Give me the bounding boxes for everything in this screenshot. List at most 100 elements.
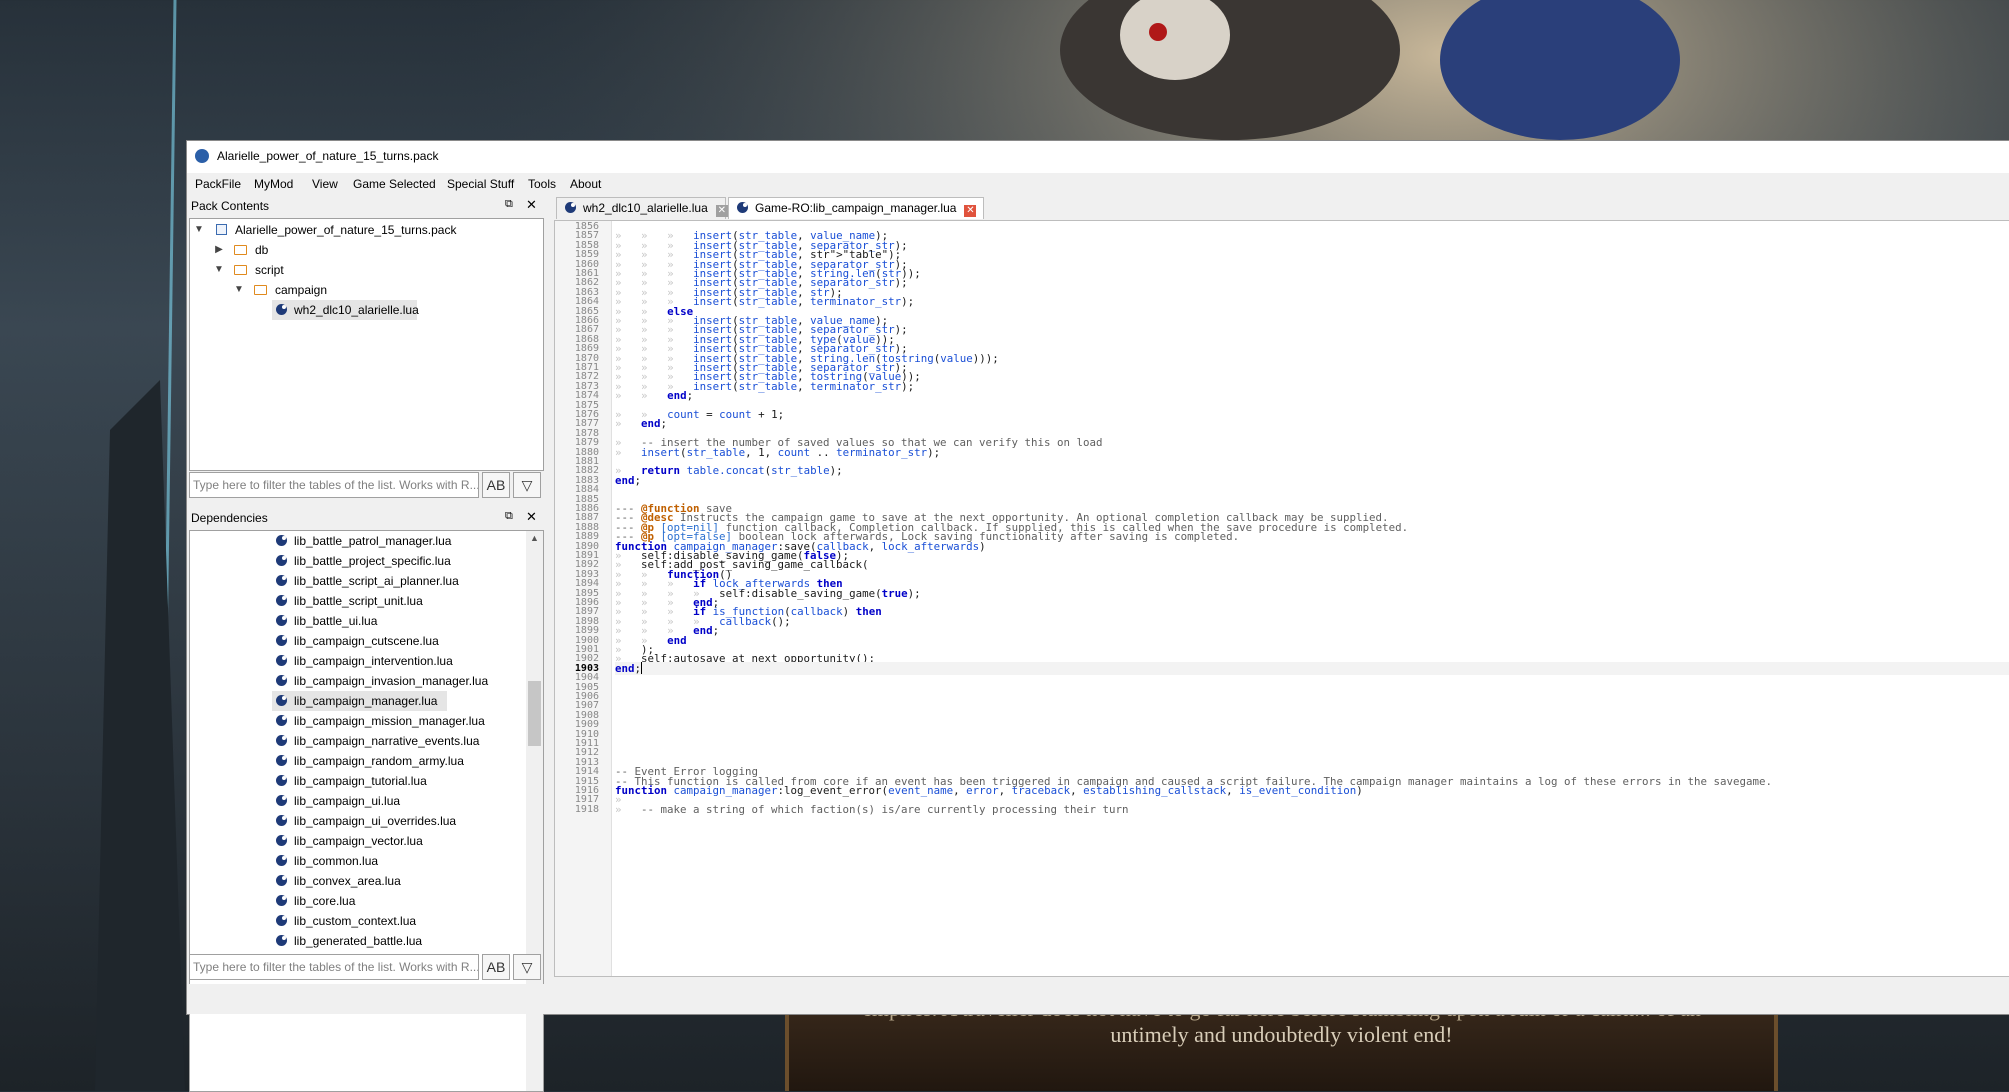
dependency-label: lib_campaign_random_army.lua: [294, 754, 464, 768]
chevron-right-icon[interactable]: ▶: [212, 240, 226, 260]
tree-item-wh2-dlc10-alarielle[interactable]: wh2_dlc10_alarielle.lua: [272, 300, 419, 320]
code-line[interactable]: » -- make a string of which faction(s) i…: [615, 803, 1129, 816]
filter-options-button[interactable]: ▽: [513, 472, 541, 498]
dependency-item[interactable]: lib_campaign_intervention.lua: [272, 651, 522, 671]
dependency-item[interactable]: lib_campaign_ui.lua: [272, 791, 522, 811]
pack-file-icon: [216, 224, 227, 235]
filter-options-button[interactable]: ▽: [513, 954, 541, 980]
tree-item-script[interactable]: ▼ script: [190, 260, 543, 280]
dependency-label: lib_battle_script_ai_planner.lua: [294, 574, 459, 588]
menu-packfile[interactable]: PackFile: [195, 177, 241, 191]
dependency-item[interactable]: lib_battle_script_ai_planner.lua: [272, 571, 522, 591]
scrollbar-thumb[interactable]: [528, 681, 541, 746]
lua-file-icon: [276, 755, 287, 766]
dependency-item[interactable]: lib_battle_project_specific.lua: [272, 551, 522, 571]
lua-file-icon: [276, 555, 287, 566]
case-sensitive-button[interactable]: AB: [482, 954, 510, 980]
tree-item-label: campaign: [275, 283, 328, 297]
dependency-label: lib_custom_context.lua: [294, 914, 417, 928]
dependency-item[interactable]: lib_campaign_cutscene.lua: [272, 631, 522, 651]
dependency-item[interactable]: lib_common.lua: [272, 851, 522, 871]
menu-special-stuff[interactable]: Special Stuff: [447, 177, 514, 191]
dependency-label: lib_campaign_narrative_events.lua: [294, 734, 480, 748]
lua-file-icon: [276, 735, 287, 746]
lua-file-icon: [276, 655, 287, 666]
float-panel-icon[interactable]: ⧉: [505, 198, 513, 211]
lua-file-icon: [276, 575, 287, 586]
dependencies-filter-input[interactable]: Type here to filter the tables of the li…: [189, 954, 479, 980]
dependency-item[interactable]: lib_campaign_invasion_manager.lua: [272, 671, 522, 691]
menu-mymod[interactable]: MyMod: [254, 177, 293, 191]
tree-item-db[interactable]: ▶ db: [190, 240, 543, 260]
lua-file-icon: [737, 202, 748, 213]
chevron-down-icon: ▽: [521, 959, 533, 975]
dependency-item[interactable]: lib_core.lua: [272, 891, 522, 911]
tab-lib-campaign-manager[interactable]: Game-RO:lib_campaign_manager.lua ✕: [728, 197, 984, 219]
menu-game-selected[interactable]: Game Selected: [353, 177, 436, 191]
dependency-item[interactable]: lib_battle_patrol_manager.lua: [272, 531, 522, 551]
code-line[interactable]: » return table.concat(str_table);: [615, 464, 843, 477]
close-panel-icon[interactable]: ✕: [526, 509, 537, 525]
scroll-up-icon[interactable]: ▲: [526, 533, 543, 543]
dependency-label: lib_convex_area.lua: [294, 874, 401, 888]
code-line[interactable]: end;: [615, 661, 2009, 675]
close-panel-icon[interactable]: ✕: [526, 197, 537, 213]
menu-view[interactable]: View: [312, 177, 338, 191]
folder-icon: [234, 265, 247, 275]
close-tab-icon[interactable]: ✕: [715, 205, 728, 217]
lua-file-icon: [276, 915, 287, 926]
dependency-item[interactable]: lib_battle_script_unit.lua: [272, 591, 522, 611]
dependency-label: lib_battle_ui.lua: [294, 614, 378, 628]
code-line[interactable]: function campaign_manager:log_event_erro…: [615, 784, 1363, 797]
menu-about[interactable]: About: [570, 177, 601, 191]
dependency-item[interactable]: lib_battle_ui.lua: [272, 611, 522, 631]
code-editor[interactable]: 1856 1857 1858 1859 1860 1861 1862 1863 1864 1865…: [554, 220, 2009, 977]
dependency-item[interactable]: lib_campaign_tutorial.lua: [272, 771, 522, 791]
dependency-item[interactable]: lib_campaign_ui_overrides.lua: [272, 811, 522, 831]
lua-file-icon: [276, 815, 287, 826]
dependency-label: lib_campaign_intervention.lua: [294, 654, 453, 668]
app-icon: [195, 149, 209, 163]
dependency-label: lib_generated_battle.lua: [294, 934, 423, 948]
tree-item-pack[interactable]: ▼ Alarielle_power_of_nature_15_turns.pac…: [190, 220, 543, 240]
dependency-label: lib_campaign_tutorial.lua: [294, 774, 427, 788]
dependency-label: lib_campaign_invasion_manager.lua: [294, 674, 489, 688]
background-caption-line2: untimely and undoubtedly violent end!: [1110, 1022, 1453, 1047]
tab-label: wh2_dlc10_alarielle.lua: [583, 201, 708, 215]
code-line[interactable]: » end;: [615, 417, 667, 430]
tree-item-campaign[interactable]: ▼ campaign: [190, 280, 543, 300]
title-bar: Alarielle_power_of_nature_15_turns.pack: [187, 141, 2009, 173]
float-panel-icon[interactable]: ⧉: [505, 510, 513, 523]
chevron-down-icon[interactable]: ▼: [212, 260, 226, 280]
code-line[interactable]: » insert(str_table, 1, count .. terminat…: [615, 446, 940, 459]
lua-file-icon: [276, 595, 287, 606]
lua-file-icon: [565, 202, 576, 213]
pack-contents-header: Pack Contents ⧉ ✕: [187, 197, 544, 215]
code-line[interactable]: end;: [615, 474, 641, 487]
code-area[interactable]: » » » insert(str_table, value_name);» » …: [615, 221, 2009, 976]
dependency-item[interactable]: lib_campaign_narrative_events.lua: [272, 731, 522, 751]
tab-wh2-dlc10-alarielle[interactable]: wh2_dlc10_alarielle.lua ✕: [556, 197, 728, 219]
close-tab-icon[interactable]: ✕: [964, 205, 977, 217]
tree-item-label: wh2_dlc10_alarielle.lua: [294, 303, 419, 317]
dependency-label: lib_common.lua: [294, 854, 379, 868]
tab-label: Game-RO:lib_campaign_manager.lua: [755, 201, 957, 215]
menu-tools[interactable]: Tools: [528, 177, 556, 191]
dependency-label: lib_battle_project_specific.lua: [294, 554, 451, 568]
dependency-label: lib_campaign_ui_overrides.lua: [294, 814, 457, 828]
dependency-item[interactable]: lib_campaign_manager.lua: [272, 691, 447, 711]
dependency-label: lib_campaign_mission_manager.lua: [294, 714, 485, 728]
dependency-item[interactable]: lib_convex_area.lua: [272, 871, 522, 891]
chevron-down-icon[interactable]: ▼: [232, 280, 246, 300]
chevron-down-icon[interactable]: ▼: [192, 220, 206, 240]
dependency-item[interactable]: lib_campaign_vector.lua: [272, 831, 522, 851]
dependency-item[interactable]: lib_campaign_mission_manager.lua: [272, 711, 522, 731]
text-caret: [641, 661, 643, 674]
pack-contents-title: Pack Contents: [191, 199, 270, 213]
dependency-item[interactable]: lib_campaign_random_army.lua: [272, 751, 522, 771]
dependency-item[interactable]: lib_generated_battle.lua: [272, 931, 522, 951]
dependency-item[interactable]: lib_custom_context.lua: [272, 911, 522, 931]
code-line[interactable]: » » end;: [615, 389, 693, 402]
pack-contents-filter-input[interactable]: Type here to filter the tables of the li…: [189, 472, 479, 498]
case-sensitive-button[interactable]: AB: [482, 472, 510, 498]
